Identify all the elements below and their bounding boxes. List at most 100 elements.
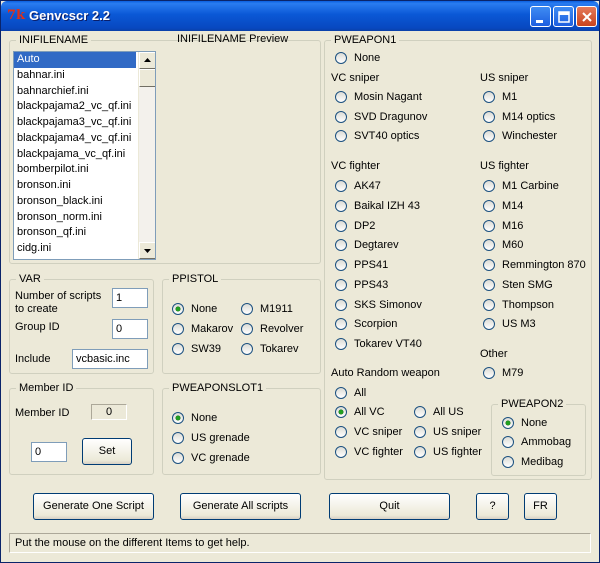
num-scripts-label-2: to create: [15, 303, 58, 315]
inifile-list-item[interactable]: blackpajama_vc_qf.ini: [14, 147, 136, 163]
inifile-list-item[interactable]: Auto: [14, 52, 136, 68]
app-icon: 7k: [7, 8, 26, 23]
radio-label: None: [521, 417, 548, 429]
maximize-icon: [558, 11, 570, 23]
radio-icon: [335, 278, 347, 291]
radio-label: All VC: [354, 406, 385, 418]
radio-label: Mosin Nagant: [354, 91, 422, 103]
inifile-list-item[interactable]: blackpajama3_vc_qf.ini: [14, 115, 136, 131]
auto-vc-fighter-radio[interactable]: VC fighter: [335, 446, 403, 458]
us-sniper-weapon-radio[interactable]: M14 optics: [483, 110, 555, 123]
inifile-list-item[interactable]: bronson_black.ini: [14, 194, 136, 210]
other-weapon-radio[interactable]: M79: [483, 367, 523, 379]
slot1-us-grenade-radio[interactable]: US grenade: [172, 432, 250, 444]
inifile-list-item[interactable]: bahnar.ini: [14, 68, 136, 84]
pweapon2-none-radio[interactable]: None: [502, 417, 547, 429]
help-button[interactable]: ?: [476, 493, 509, 520]
auto-random-heading: Auto Random weapon: [331, 367, 440, 379]
member-id-input[interactable]: 0: [31, 442, 67, 462]
inifile-list-item[interactable]: cidg.ini: [14, 241, 136, 257]
ppistol-sw39-radio[interactable]: SW39: [172, 343, 221, 355]
ppistol-makarov-radio[interactable]: Makarov: [172, 323, 233, 335]
status-bar: Put the mouse on the different Items to …: [9, 533, 591, 553]
us-fighter-weapon-radio[interactable]: M16: [483, 219, 523, 232]
radio-label: M79: [502, 367, 524, 379]
us-sniper-weapon-radio[interactable]: Winchester: [483, 130, 557, 142]
slot1-none-radio[interactable]: None: [172, 412, 217, 424]
us-fighter-weapon-radio[interactable]: M60: [483, 239, 523, 252]
vc-sniper-weapon-radio[interactable]: SVT40 optics: [335, 130, 419, 142]
auto-us-fighter-radio[interactable]: US fighter: [414, 446, 482, 458]
radio-label: Degtarev: [354, 239, 399, 252]
auto-all-radio[interactable]: All: [335, 387, 366, 399]
radio-icon: [483, 130, 495, 142]
pweapon1-none-radio[interactable]: None: [335, 52, 380, 64]
auto-all-vc-radio[interactable]: All VC: [335, 406, 385, 418]
ppistol-revolver-radio[interactable]: Revolver: [241, 323, 303, 335]
generate-one-script-button[interactable]: Generate One Script: [33, 493, 154, 520]
radio-label: Makarov: [191, 323, 234, 335]
minimize-button[interactable]: [530, 6, 551, 27]
set-button[interactable]: Set: [82, 438, 132, 465]
include-input[interactable]: vcbasic.inc: [72, 349, 148, 369]
radio-label: Medibag: [521, 456, 564, 468]
us-fighter-weapon-radio[interactable]: M1 Carbine: [483, 180, 559, 192]
vc-fighter-weapon-radio[interactable]: SKS Simonov: [335, 298, 422, 311]
num-scripts-input[interactable]: 1: [112, 288, 148, 308]
inifile-list-item[interactable]: bomberpilot.ini: [14, 162, 136, 178]
generate-all-scripts-button[interactable]: Generate All scripts: [180, 493, 301, 520]
close-button[interactable]: [576, 6, 597, 27]
vc-fighter-weapon-radio[interactable]: DP2: [335, 219, 375, 232]
inifile-list-item[interactable]: bronson.ini: [14, 178, 136, 194]
us-sniper-weapon-radio[interactable]: M1: [483, 91, 517, 103]
pweapon2-ammobag-radio[interactable]: Ammobag: [502, 436, 571, 448]
slot1-vc-grenade-radio[interactable]: VC grenade: [172, 452, 250, 464]
vc-sniper-weapon-radio[interactable]: SVD Dragunov: [335, 110, 427, 123]
auto-us-sniper-radio[interactable]: US sniper: [414, 426, 481, 438]
radio-label: VC grenade: [191, 452, 250, 464]
vc-sniper-weapon-radio[interactable]: Mosin Nagant: [335, 91, 422, 103]
vc-fighter-weapon-radio[interactable]: Tokarev VT40: [335, 338, 422, 350]
radio-label: Baikal IZH 43: [354, 199, 421, 212]
vc-fighter-weapon-radio[interactable]: PPS41: [335, 259, 388, 271]
us-fighter-weapon-radio[interactable]: M14: [483, 199, 523, 212]
us-fighter-weapon-radio[interactable]: Thompson: [483, 298, 554, 311]
french-language-button[interactable]: FR: [524, 493, 557, 520]
radio-label: PPS41: [354, 259, 389, 271]
member-id-label: Member ID: [15, 407, 70, 419]
us-fighter-weapon-radio[interactable]: Sten SMG: [483, 278, 553, 291]
vc-fighter-weapon-radio[interactable]: Baikal IZH 43: [335, 199, 421, 212]
inifile-list-item[interactable]: bronson_qf.ini: [14, 225, 136, 241]
inifile-list-item[interactable]: blackpajama4_vc_qf.ini: [14, 131, 136, 147]
ppistol-tokarev-radio[interactable]: Tokarev: [241, 343, 299, 355]
radio-icon: [335, 180, 347, 192]
inifile-list-item[interactable]: blackpajama2_vc_qf.ini: [14, 99, 136, 115]
inifile-list-item[interactable]: bronson_norm.ini: [14, 210, 136, 226]
auto-vc-sniper-radio[interactable]: VC sniper: [335, 426, 402, 438]
inifile-list-item[interactable]: bahnarchief.ini: [14, 84, 136, 100]
vc-fighter-weapon-radio[interactable]: AK47: [335, 180, 381, 192]
group-id-input[interactable]: 0: [112, 319, 148, 339]
us-fighter-weapon-radio[interactable]: US M3: [483, 318, 536, 331]
us-fighter-weapon-radio[interactable]: Remmington 870: [483, 259, 586, 271]
vc-fighter-weapon-radio[interactable]: Scorpion: [335, 318, 397, 331]
ppistol-none-radio[interactable]: None: [172, 303, 217, 315]
inifile-listbox[interactable]: Auto bahnar.ini bahnarchief.ini blackpajama…: [13, 51, 156, 260]
vc-fighter-weapon-radio[interactable]: PPS43: [335, 278, 388, 291]
vc-fighter-weapon-radio[interactable]: Degtarev: [335, 239, 399, 252]
maximize-button[interactable]: [553, 6, 574, 27]
scroll-down-button[interactable]: [139, 242, 155, 259]
scroll-thumb[interactable]: [139, 69, 155, 87]
num-scripts-label: Number of scripts: [15, 290, 102, 302]
listbox-scrollbar[interactable]: [138, 52, 155, 259]
radio-label: Remmington 870: [502, 259, 586, 271]
radio-icon: [172, 343, 184, 355]
ppistol-m1911-radio[interactable]: M1911: [241, 303, 293, 315]
radio-label: Revolver: [260, 323, 304, 335]
pweapon2-medibag-radio[interactable]: Medibag: [502, 456, 563, 468]
auto-all-us-radio[interactable]: All US: [414, 406, 464, 418]
radio-icon: [335, 387, 347, 399]
scroll-up-button[interactable]: [139, 52, 155, 69]
other-heading: Other: [480, 348, 508, 360]
quit-button[interactable]: Quit: [329, 493, 450, 520]
